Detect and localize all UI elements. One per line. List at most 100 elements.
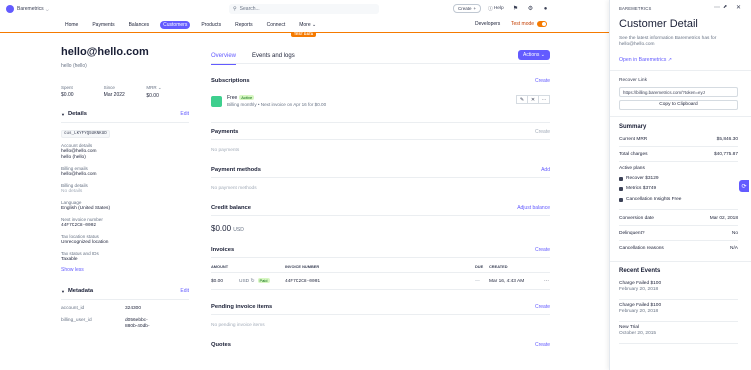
create-pending-item-button[interactable]: Create [535, 304, 550, 310]
open-in-baremetrics-link[interactable]: Open in Baremetrics ↗ [619, 57, 672, 63]
tab-overview[interactable]: Overview [211, 46, 237, 65]
add-payment-method-button[interactable]: Add [541, 167, 550, 173]
close-icon[interactable]: ✕ [736, 4, 741, 11]
summary-row: Delinquent? No [619, 231, 738, 236]
expand-icon[interactable]: ⬈ [723, 4, 727, 10]
test-mode-toggle[interactable]: Test mode [511, 21, 548, 27]
section-header: Credit balance Adjust balance [211, 205, 550, 216]
chevron-down-icon: ⌄ [540, 52, 545, 58]
field-next-invoice: Next invoice number 44F7C2C8-0002 [61, 217, 189, 229]
show-less-link[interactable]: Show less [61, 267, 189, 273]
brand-logo [6, 5, 14, 13]
paid-badge: Paid [257, 278, 270, 283]
field-label: Account details [61, 143, 93, 148]
developers-link[interactable]: Developers [475, 21, 500, 27]
chevron-down-icon: ⌄ [312, 22, 317, 28]
plan-label: Recover $3129 [626, 176, 659, 181]
field-tax-location: Tax location status Unrecognized locatio… [61, 234, 189, 246]
plus-icon: + [473, 6, 477, 11]
metadata-title: Metadata [67, 288, 94, 294]
event-date: February 20, 2018 [619, 287, 659, 292]
field-value: Unrecognized location [61, 240, 109, 245]
plan-label: Cancellation Insights Free [626, 197, 682, 202]
chevron-down-icon: ⌄ [157, 85, 162, 90]
adjust-balance-button[interactable]: Adjust balance [517, 205, 550, 211]
baremetrics-panel: BAREMETRICS ⋯ ⬈ ✕ Customer Detail See th… [609, 0, 751, 370]
actions-label: Actions [523, 52, 540, 58]
active-plans-label: Active plans [619, 166, 645, 171]
table-row[interactable]: $0.00 USD ↻ Paid 44F7C2C8-0001 — Mar 16, … [211, 273, 550, 290]
recover-link-field[interactable]: https://billing.baremetrics.com/?token=e… [619, 87, 738, 97]
summary-row: Current MRR $5,846.30 [619, 137, 738, 142]
section-header: Subscriptions Create [211, 78, 550, 88]
details-edit-button[interactable]: Edit [180, 111, 189, 117]
summary-value: $40,775.87 [713, 152, 738, 157]
event-title: New Trial [619, 325, 639, 330]
summary-row: Cancellation reasons N/A [619, 246, 738, 251]
gear-icon[interactable]: ⚙ [526, 4, 535, 13]
customer-subtitle: hello (hello) [61, 63, 87, 69]
details-toggle[interactable]: ▼ Details [61, 111, 87, 117]
app-launcher-icon[interactable]: ⟳ [739, 180, 749, 192]
create-invoice-button[interactable]: Create [535, 247, 550, 253]
invoice-due: — [475, 278, 480, 284]
empty-payments: No payments [211, 148, 240, 153]
summary-value: N/A [730, 246, 738, 251]
summary-row: Total charges $40,775.87 [619, 152, 738, 157]
checkbox-icon [619, 176, 623, 181]
summary-label: Total charges [619, 152, 648, 157]
stat-mrr[interactable]: MRR ⌄ $0.00 [146, 85, 189, 99]
bell-icon[interactable]: ⚑ [511, 4, 520, 13]
metadata-row: account_id 324300 [61, 306, 189, 312]
stat-spent: Spent $0.00 [61, 85, 104, 99]
chevron-down-icon: ⌵ [45, 6, 49, 12]
divider [619, 299, 738, 300]
divider [610, 261, 751, 262]
section-title: Payment methods [211, 167, 261, 173]
nav-more[interactable]: More ⌄ [296, 21, 319, 29]
nav-customers[interactable]: Customers [160, 21, 191, 29]
metadata-edit-button[interactable]: Edit [180, 288, 189, 294]
field-label: Tax status and IDs [61, 251, 99, 256]
nav-home[interactable]: Home [62, 21, 81, 29]
nav-payments[interactable]: Payments [89, 21, 117, 29]
create-button[interactable]: Create + [453, 4, 482, 13]
more-icon[interactable]: ⋯ [538, 95, 550, 104]
event-item: Charge Failed $100 February 20, 2018 [619, 281, 661, 292]
create-payment-button[interactable]: Create [535, 129, 550, 135]
test-mode-label: Test mode [511, 21, 535, 27]
plan-name: Free [227, 95, 238, 101]
more-icon[interactable]: ⋯ [714, 4, 720, 11]
metadata-toggle[interactable]: ▼ Metadata [61, 288, 93, 294]
nav-balances[interactable]: Balances [126, 21, 153, 29]
field-value: English (United States) [61, 206, 111, 211]
field-label: Tax location status [61, 234, 99, 239]
create-quote-button[interactable]: Create [535, 342, 550, 348]
test-data-label: TEST DATA [291, 32, 317, 37]
user-icon[interactable]: ● [541, 4, 550, 13]
nav-reports[interactable]: Reports [232, 21, 256, 29]
create-label: Create [458, 6, 472, 11]
invoice-table-header: AMOUNT INVOICE NUMBER DUE CREATED [211, 264, 550, 273]
search-input[interactable]: ⚲ Search... [229, 4, 379, 14]
account-switcher[interactable]: Baremetrics ⌵ [6, 5, 49, 13]
subscription-detail: Billing monthly • Next invoice on Apr 16… [227, 102, 327, 107]
divider [619, 343, 738, 344]
subscription-row[interactable]: Free Active Billing monthly • Next invoic… [211, 94, 550, 108]
copy-to-clipboard-button[interactable]: Copy to Clipboard [619, 100, 738, 110]
nav-connect[interactable]: Connect [264, 21, 289, 29]
help-button[interactable]: ⓘ Help [488, 4, 504, 13]
field-label: Language [61, 200, 82, 205]
nav-products[interactable]: Products [198, 21, 224, 29]
field-billing-emails: Billing emails hello@hello.com [61, 166, 189, 178]
more-icon[interactable]: ⋯ [544, 279, 550, 284]
section-header: Quotes Create [211, 342, 550, 352]
create-subscription-button[interactable]: Create [535, 78, 550, 84]
actions-button[interactable]: Actions ⌄ [518, 50, 550, 60]
customer-id[interactable]: cus_LKYFYQ5UKNKUD [61, 130, 110, 138]
empty-pending-items: No pending invoice items [211, 323, 265, 328]
panel-description: See the latest information Baremetrics h… [619, 36, 717, 47]
section-header: Invoices Create [211, 247, 550, 258]
tab-events-logs[interactable]: Events and logs [252, 46, 295, 64]
summary-title: Summary [619, 124, 647, 130]
